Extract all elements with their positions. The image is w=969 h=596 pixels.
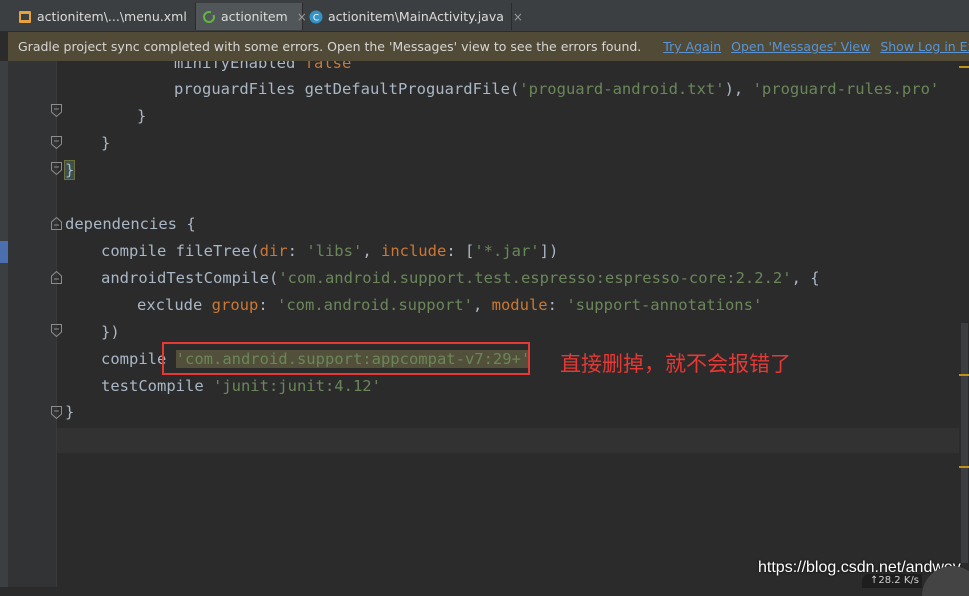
tab-label: actionitem\MainActivity.java: [328, 9, 504, 24]
code-line: }: [63, 160, 76, 180]
scrollbar-thumb[interactable]: [961, 323, 968, 563]
tab-label: actionitem\...\menu.xml: [37, 9, 187, 24]
try-again-link[interactable]: Try Again: [663, 39, 721, 54]
code-editor[interactable]: minifyEnabled false proguardFiles getDef…: [57, 61, 969, 587]
warning-marker[interactable]: [959, 66, 969, 68]
xml-layout-icon: [18, 10, 32, 24]
code-line: testCompile 'junit:junit:4.12': [101, 377, 381, 395]
code-line: }: [101, 134, 111, 152]
svg-text:C: C: [313, 13, 319, 23]
code-line: exclude group: 'com.android.support', mo…: [137, 296, 763, 314]
code-line: }: [65, 403, 75, 421]
code-line: }: [137, 107, 147, 125]
project-panel-edge: [0, 61, 8, 587]
java-class-icon: C: [309, 10, 323, 24]
annotation-highlight-box: [162, 342, 530, 375]
code-line: }): [101, 323, 120, 341]
code-line: androidTestCompile('com.android.support.…: [101, 269, 820, 287]
tab-menu-xml[interactable]: actionitem\...\menu.xml ×: [12, 3, 206, 30]
caret-row-highlight: [57, 428, 969, 453]
tab-label: actionitem: [221, 9, 288, 24]
vertical-scrollbar[interactable]: [959, 61, 969, 587]
tab-actionitem-gradle[interactable]: actionitem ×: [196, 3, 307, 30]
gradle-sync-notification: Gradle project sync completed with some …: [8, 32, 969, 61]
show-log-in-explorer-link[interactable]: Show Log in Explorer: [880, 39, 969, 54]
warning-marker[interactable]: [959, 374, 969, 376]
code-line: compile fileTree(dir: 'libs', include: […: [101, 242, 559, 260]
code-line: proguardFiles getDefaultProguardFile('pr…: [174, 80, 940, 98]
project-selection-marker: [0, 241, 8, 263]
close-icon[interactable]: ×: [513, 10, 523, 24]
notification-message: Gradle project sync completed with some …: [18, 39, 642, 54]
tab-mainactivity-java[interactable]: C actionitem\MainActivity.java ×: [303, 3, 523, 30]
warning-marker[interactable]: [959, 466, 969, 468]
code-line: minifyEnabled false: [174, 61, 352, 72]
code-line: dependencies {: [65, 215, 196, 233]
editor-tab-bar: actionitem\...\menu.xml × actionitem × C…: [0, 0, 969, 32]
gradle-sync-icon: [202, 10, 216, 24]
open-messages-view-link[interactable]: Open 'Messages' View: [731, 39, 870, 54]
net-speed-badge: ↑28.2 K/s: [862, 574, 922, 588]
editor-gutter: [8, 61, 62, 587]
annotation-note: 直接删掉，就不会报错了: [560, 352, 791, 376]
